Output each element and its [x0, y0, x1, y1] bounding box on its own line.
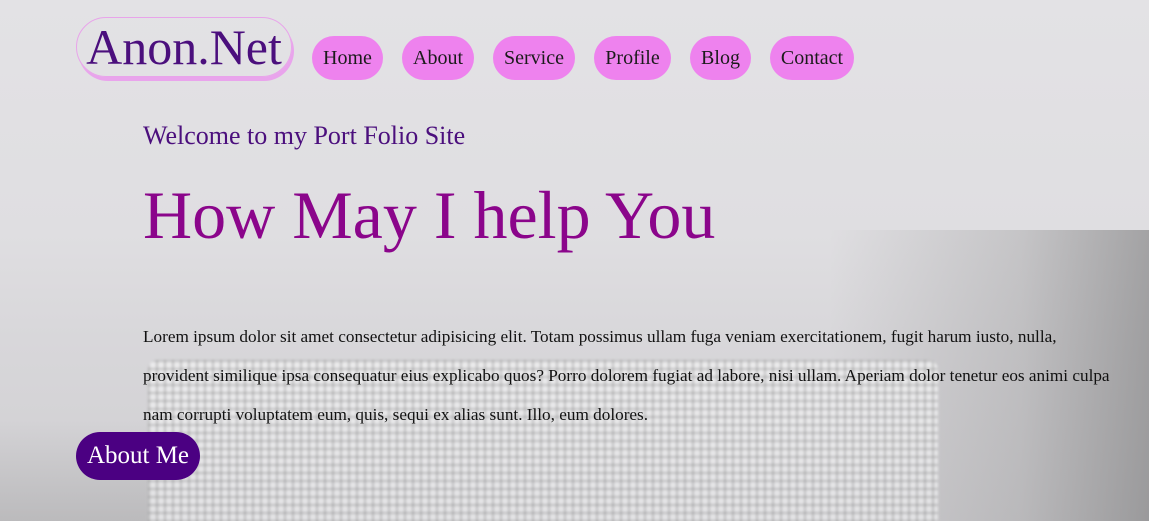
- about-me-button[interactable]: About Me: [76, 432, 200, 480]
- nav-contact-button[interactable]: Contact: [770, 36, 854, 80]
- site-logo[interactable]: Anon.Net: [76, 17, 292, 77]
- nav-blog-button[interactable]: Blog: [690, 36, 751, 80]
- nav-about-button[interactable]: About: [402, 36, 474, 80]
- nav-home-button[interactable]: Home: [312, 36, 383, 80]
- welcome-text: Welcome to my Port Folio Site: [143, 121, 466, 150]
- hero-paragraph: Lorem ipsum dolor sit amet consectetur a…: [143, 327, 1110, 424]
- nav-profile-button[interactable]: Profile: [594, 36, 671, 80]
- nav-service-button[interactable]: Service: [493, 36, 575, 80]
- hero-headline: How May I help You: [143, 177, 716, 253]
